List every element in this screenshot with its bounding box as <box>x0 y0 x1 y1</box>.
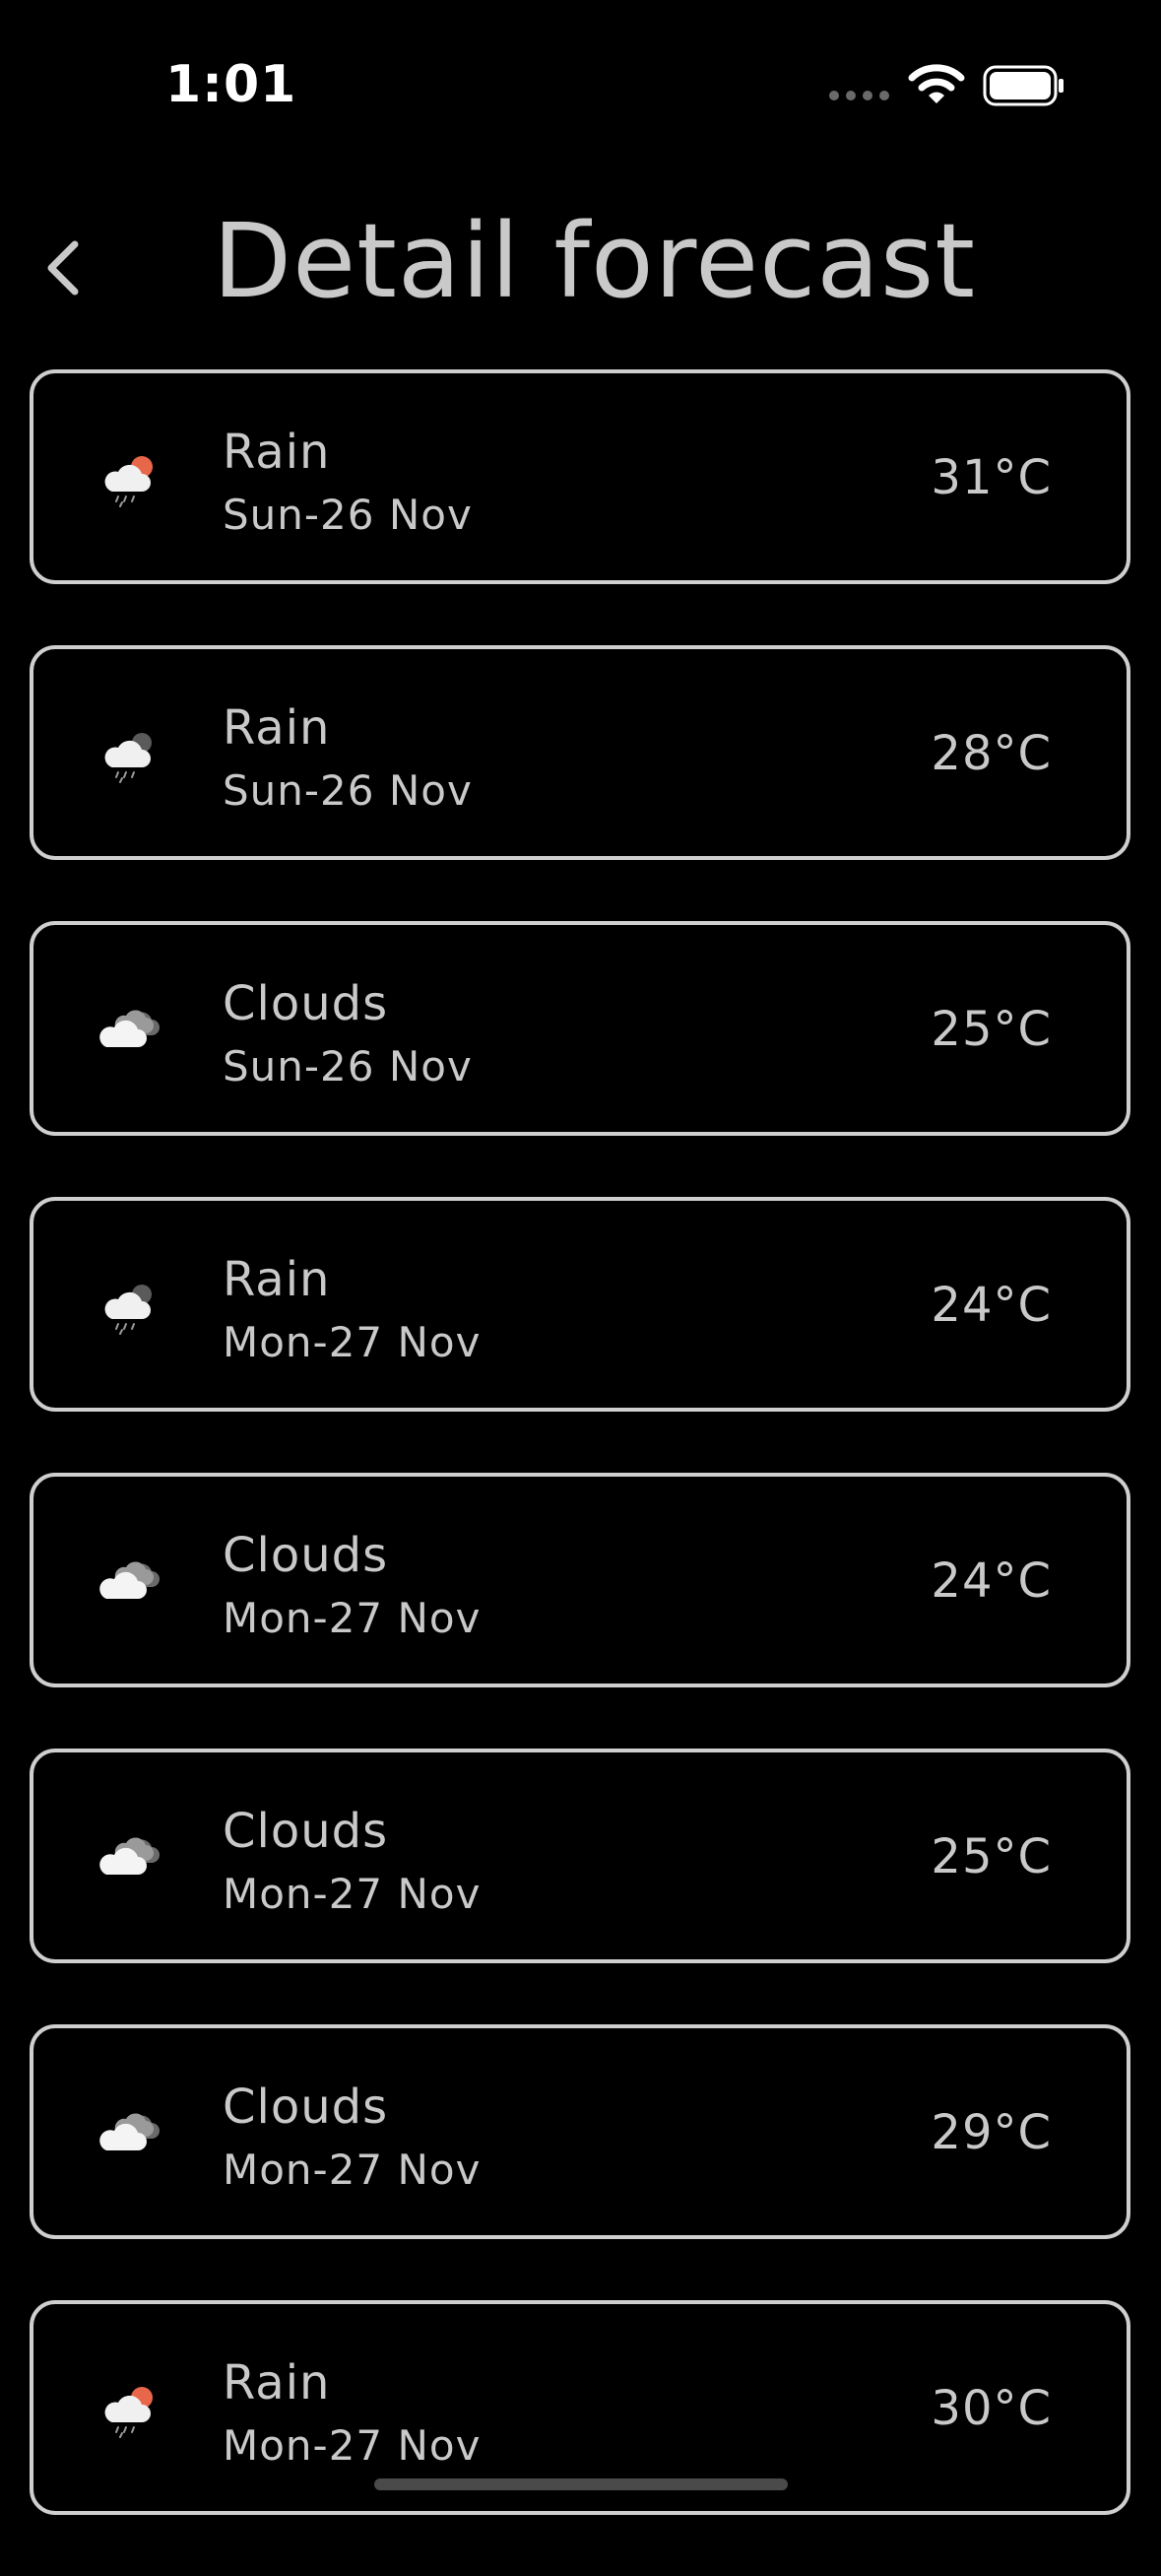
forecast-text: Rain Mon-27 Nov <box>223 1252 481 1370</box>
clouds-icon <box>98 1555 161 1611</box>
clouds-icon <box>98 2107 161 2162</box>
header: Detail forecast <box>0 187 1161 335</box>
forecast-text: Clouds Mon-27 Nov <box>223 1804 481 1922</box>
forecast-text: Rain Sun-26 Nov <box>223 425 473 543</box>
forecast-condition: Rain <box>223 1252 331 1307</box>
forecast-temperature: 24°C <box>931 1278 1052 1333</box>
battery-icon <box>983 65 1064 106</box>
clouds-icon <box>98 1831 161 1886</box>
forecast-list: Rain Sun-26 Nov 31°C Rain Sun-26 Nov 28°C Cl… <box>30 369 1130 2576</box>
forecast-temperature: 28°C <box>931 726 1052 781</box>
forecast-text: Clouds Sun-26 Nov <box>223 976 473 1094</box>
rain-day-icon <box>98 2383 161 2438</box>
forecast-date: Mon-27 Nov <box>223 2146 482 2194</box>
forecast-card[interactable]: Rain Sun-26 Nov 28°C <box>30 645 1130 860</box>
forecast-card[interactable]: Rain Sun-26 Nov 31°C <box>30 369 1130 584</box>
forecast-condition: Rain <box>223 700 331 756</box>
forecast-temperature: 31°C <box>931 450 1052 505</box>
forecast-temperature: 25°C <box>931 1829 1052 1884</box>
forecast-condition: Rain <box>223 425 331 480</box>
forecast-text: Clouds Mon-27 Nov <box>223 1528 481 1646</box>
forecast-date: Mon-27 Nov <box>223 1870 482 1918</box>
rain-night-icon <box>98 1280 161 1335</box>
page-title: Detail forecast <box>213 201 976 321</box>
forecast-card[interactable]: Clouds Sun-26 Nov 25°C <box>30 921 1130 1136</box>
status-bar: 1:01 <box>0 0 1161 148</box>
signal-dots-icon <box>829 91 889 100</box>
forecast-temperature: 29°C <box>931 2105 1052 2160</box>
forecast-date: Mon-27 Nov <box>223 1594 482 1642</box>
forecast-condition: Clouds <box>223 1804 389 1859</box>
status-time: 1:01 <box>165 55 297 114</box>
wifi-icon <box>908 64 965 103</box>
forecast-date: Sun-26 Nov <box>223 766 473 815</box>
back-button[interactable] <box>35 217 95 305</box>
forecast-text: Rain Sun-26 Nov <box>223 700 473 819</box>
rain-day-icon <box>98 452 161 507</box>
forecast-condition: Rain <box>223 2355 331 2411</box>
chevron-left-icon <box>47 240 79 296</box>
forecast-temperature: 30°C <box>931 2381 1052 2436</box>
forecast-text: Clouds Mon-27 Nov <box>223 2080 481 2198</box>
forecast-condition: Clouds <box>223 1528 389 1583</box>
forecast-date: Mon-27 Nov <box>223 2421 482 2470</box>
forecast-card[interactable]: Clouds Mon-27 Nov 25°C <box>30 1749 1130 1963</box>
forecast-card[interactable]: Clouds Mon-27 Nov 29°C <box>30 2024 1130 2239</box>
forecast-text: Rain Mon-27 Nov <box>223 2355 481 2474</box>
forecast-condition: Clouds <box>223 2080 389 2135</box>
forecast-date: Sun-26 Nov <box>223 1042 473 1090</box>
forecast-card[interactable]: Clouds Mon-27 Nov 24°C <box>30 1473 1130 1687</box>
forecast-date: Sun-26 Nov <box>223 491 473 539</box>
forecast-date: Mon-27 Nov <box>223 1318 482 1366</box>
home-indicator[interactable] <box>374 2478 788 2490</box>
forecast-condition: Clouds <box>223 976 389 1031</box>
rain-night-icon <box>98 728 161 783</box>
forecast-temperature: 24°C <box>931 1553 1052 1609</box>
forecast-card[interactable]: Rain Mon-27 Nov 24°C <box>30 1197 1130 1412</box>
forecast-temperature: 25°C <box>931 1002 1052 1057</box>
clouds-icon <box>98 1004 161 1059</box>
